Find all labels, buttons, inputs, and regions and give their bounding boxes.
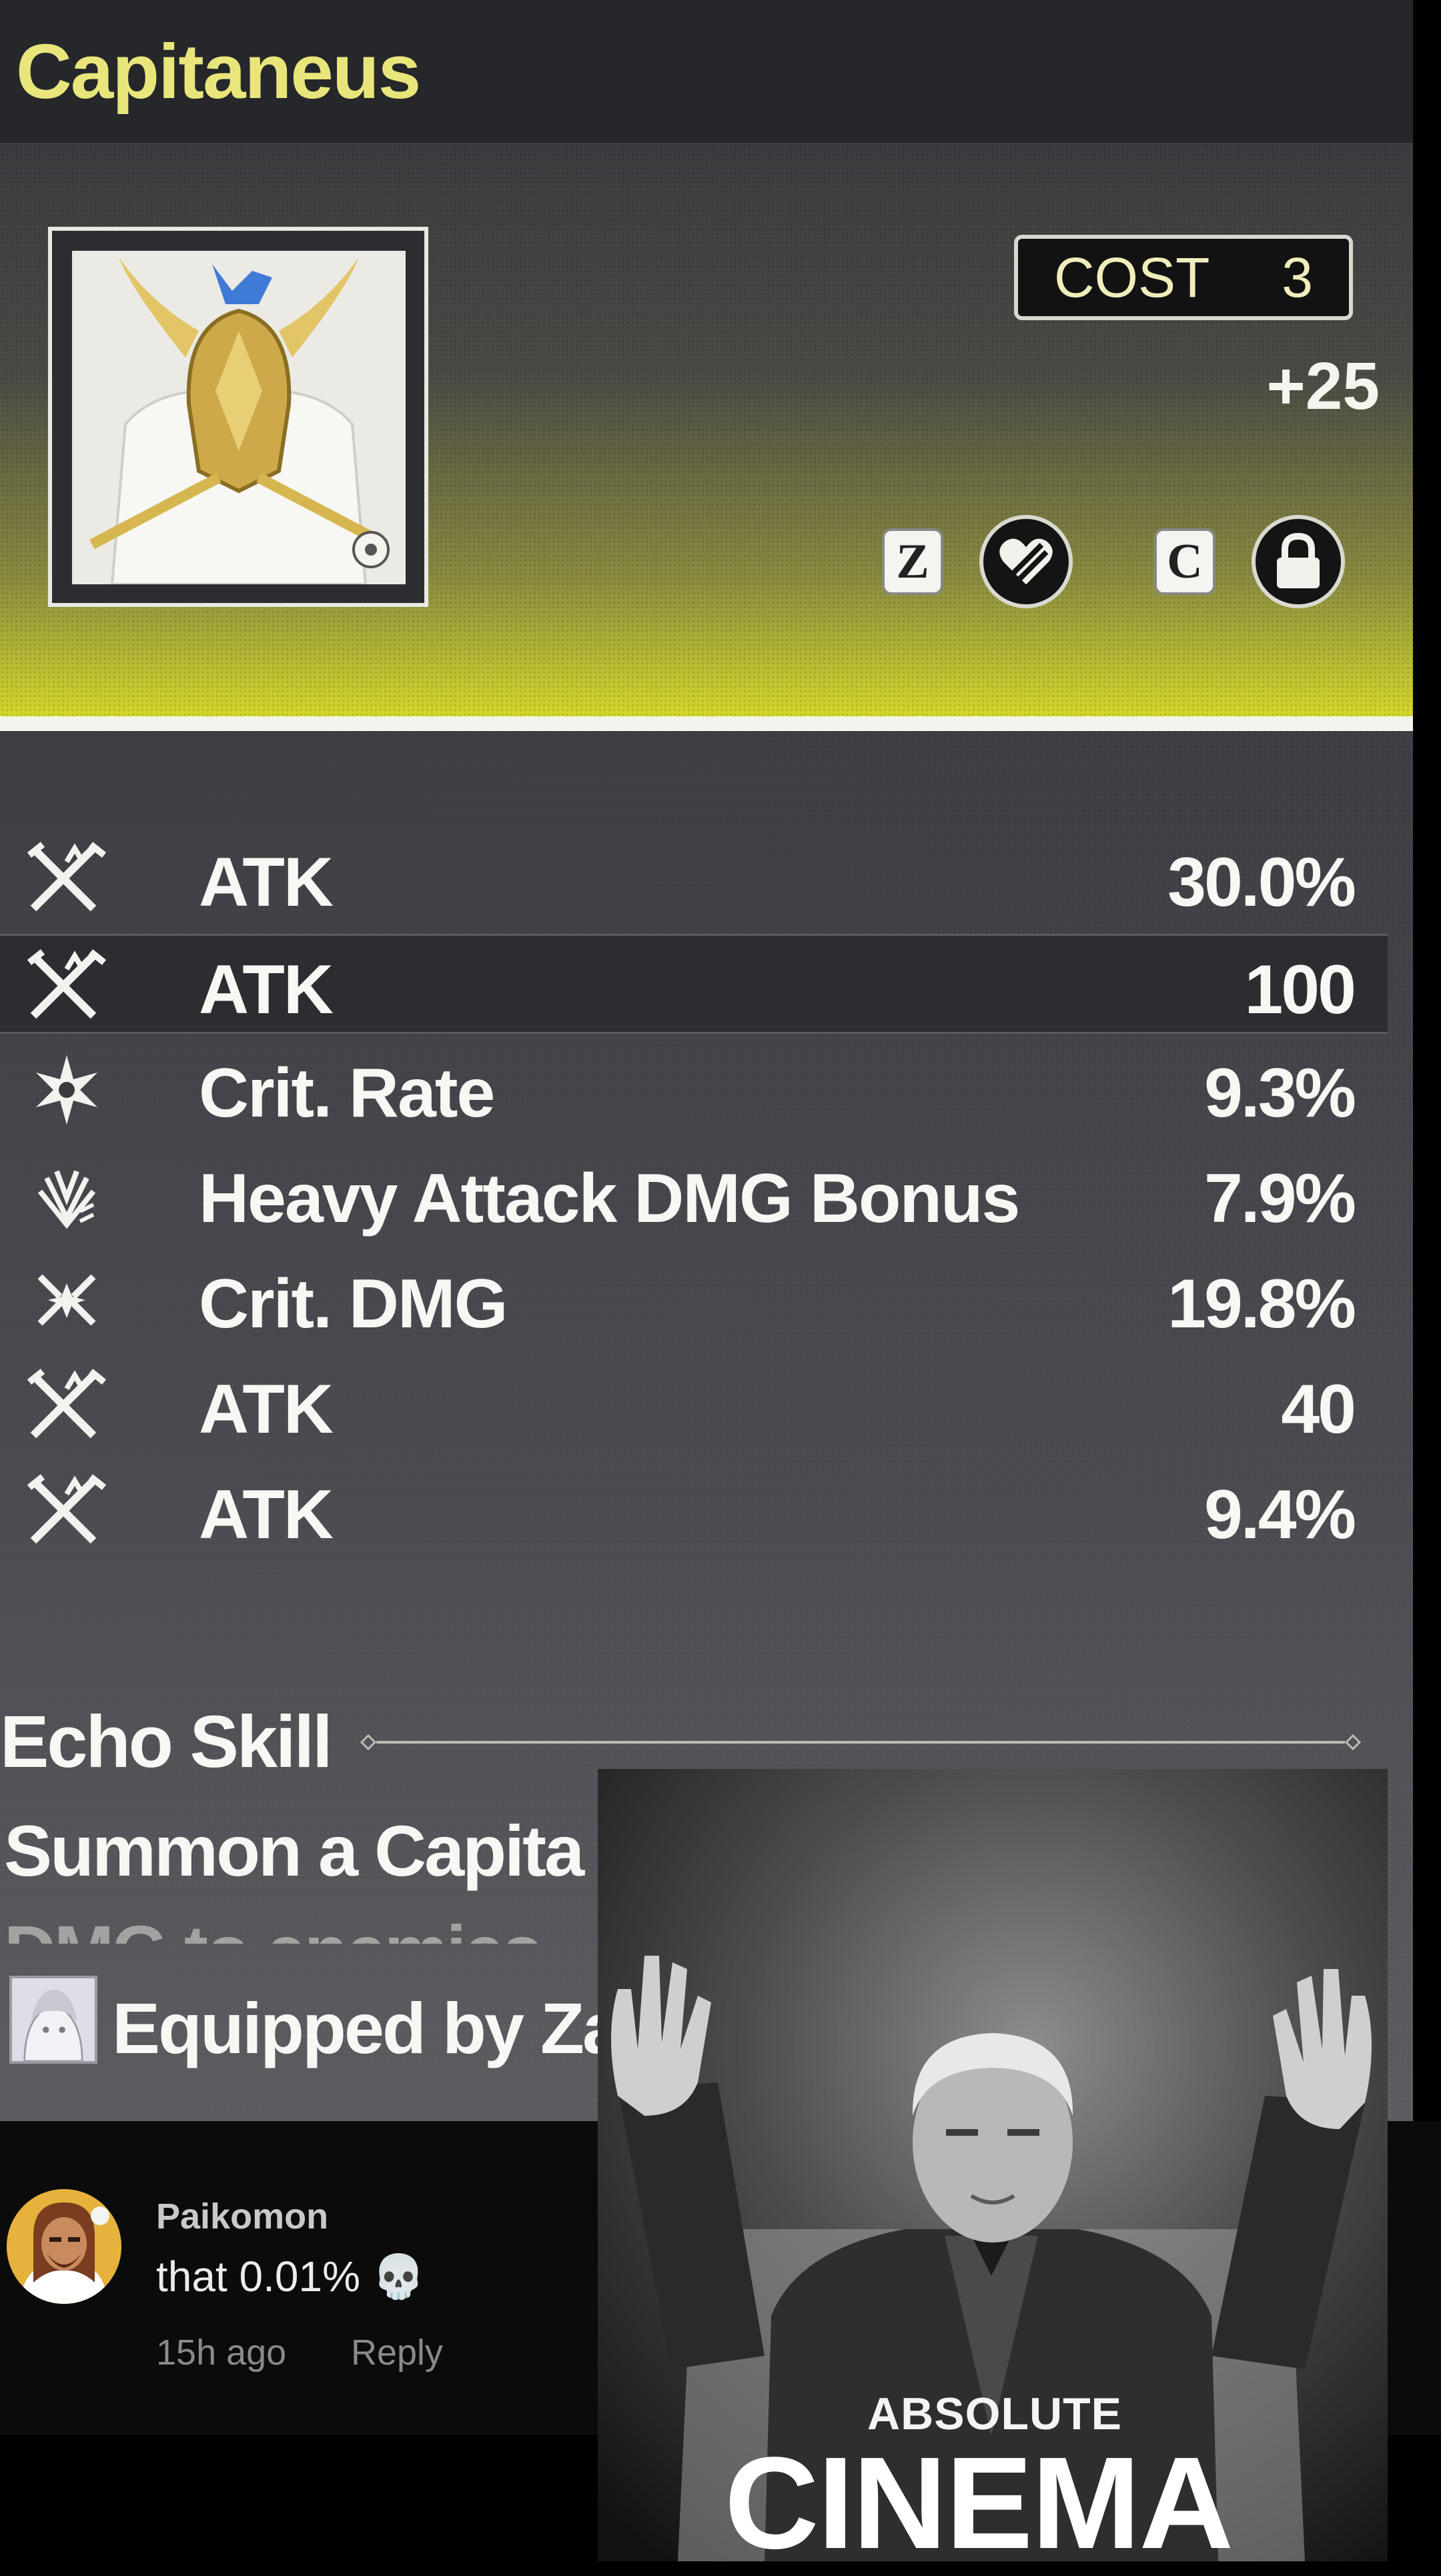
atk-icon xyxy=(27,1474,107,1547)
atk-icon xyxy=(27,1474,107,1544)
atk-icon xyxy=(27,949,107,1023)
atk-icon xyxy=(27,1369,107,1442)
atk-icon xyxy=(27,1369,107,1439)
stat-name: ATK xyxy=(199,1371,334,1448)
stat-name: ATK xyxy=(199,951,334,1029)
echo-skill-description-faded: DMG to enemies xyxy=(4,1909,540,1944)
echo-skill-title: Echo Skill xyxy=(0,1701,333,1783)
stat-value: 30.0% xyxy=(1167,844,1356,921)
stat-value: 9.4% xyxy=(1204,1476,1356,1553)
lock-hotkey: C xyxy=(1154,528,1216,595)
echo-skill-description: Summon a Capita xyxy=(4,1810,584,1891)
meme-caption-large: CINEMA xyxy=(725,2430,1234,2576)
stat-row: Crit. DMG 19.8% xyxy=(0,1250,1388,1350)
comment-text: that 0.01% 💀 xyxy=(156,2252,426,2301)
atk-icon xyxy=(27,949,107,1019)
stat-value: 7.9% xyxy=(1204,1160,1356,1237)
heart-slash-icon xyxy=(999,538,1053,585)
echo-name: Capitaneus xyxy=(16,28,421,115)
equipped-character-avatar xyxy=(9,1976,97,2064)
discard-button[interactable] xyxy=(979,515,1073,608)
echo-portrait xyxy=(72,251,406,584)
equipped-by-label[interactable]: Equipped by Za xyxy=(112,1986,622,2070)
heavy-attack-icon xyxy=(37,1170,96,1229)
stat-value: 9.3% xyxy=(1204,1055,1356,1132)
stat-value: 40 xyxy=(1281,1371,1356,1448)
crit-dmg-icon xyxy=(37,1274,96,1326)
stat-row: Heavy Attack DMG Bonus 7.9% xyxy=(0,1145,1388,1245)
stat-name: ATK xyxy=(199,1476,334,1553)
stat-row: ATK 100 xyxy=(0,934,1388,1034)
discard-hotkey: Z xyxy=(882,528,943,595)
stat-row: ATK 9.4% xyxy=(0,1461,1388,1561)
crit-rate-icon xyxy=(36,1055,97,1125)
atk-icon xyxy=(27,842,107,915)
stat-value: 19.8% xyxy=(1167,1265,1356,1343)
crit-dmg-icon xyxy=(27,1263,107,1337)
stat-row: ATK 30.0% xyxy=(0,828,1388,928)
stat-value: 100 xyxy=(1244,951,1356,1029)
atk-icon xyxy=(27,842,107,912)
header-divider xyxy=(0,716,1413,731)
cost-badge: COST 3 xyxy=(1014,235,1353,320)
commenter-avatar[interactable] xyxy=(7,2189,121,2304)
stat-row: ATK 40 xyxy=(0,1355,1388,1455)
comment-username[interactable]: Paikomon xyxy=(156,2196,328,2237)
stat-name: ATK xyxy=(199,844,334,921)
crit-rate-icon xyxy=(27,1053,107,1126)
section-divider-line xyxy=(360,1734,1361,1750)
stat-name: Crit. DMG xyxy=(199,1265,508,1343)
cost-label: COST xyxy=(1053,245,1210,309)
lock-icon xyxy=(1277,532,1320,588)
stat-name: Crit. Rate xyxy=(199,1055,495,1132)
heavy-attack-icon xyxy=(27,1158,107,1231)
lock-button[interactable] xyxy=(1252,515,1345,608)
comment-timestamp: 15h ago xyxy=(156,2333,287,2373)
stat-name: Heavy Attack DMG Bonus xyxy=(199,1160,1020,1237)
echo-level: +25 xyxy=(1266,349,1380,424)
reply-button[interactable]: Reply xyxy=(351,2332,443,2373)
cost-value: 3 xyxy=(1282,245,1314,309)
stat-row: Crit. Rate 9.3% xyxy=(0,1039,1388,1139)
